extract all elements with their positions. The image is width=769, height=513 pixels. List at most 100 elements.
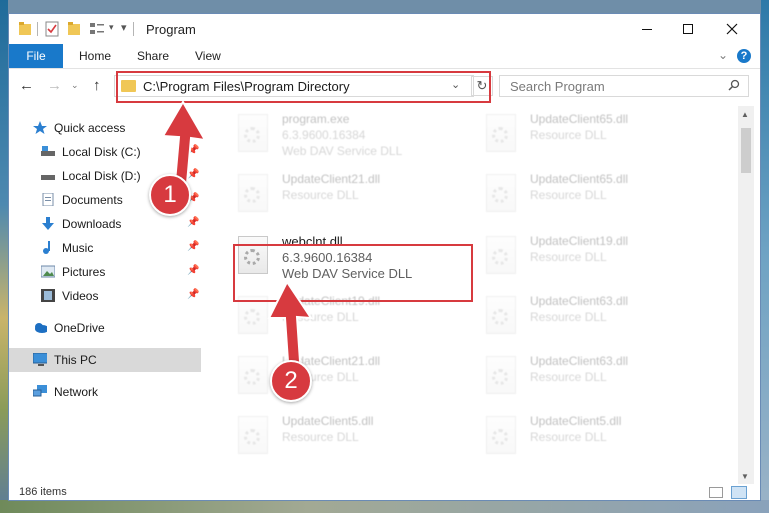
close-button[interactable] [709, 14, 755, 44]
dll-file-icon [486, 174, 516, 212]
file-name: UpdateClient5.dll [530, 414, 622, 428]
tab-home[interactable]: Home [79, 49, 111, 63]
step-badge-2: 2 [270, 360, 312, 402]
dll-file-icon [486, 114, 516, 152]
sidebar-item-music[interactable]: Music 📌 [9, 236, 201, 260]
file-item[interactable]: UpdateClient19.dll Resource DLL [474, 228, 714, 284]
maximize-button[interactable] [665, 14, 711, 44]
file-item[interactable]: UpdateClient63.dll Resource DLL [474, 348, 714, 404]
maximize-icon [683, 24, 693, 34]
sidebar-item-onedrive[interactable]: OneDrive [9, 316, 201, 340]
sidebar-item-label: OneDrive [54, 321, 105, 335]
cloud-icon [35, 323, 47, 333]
documents-icon [42, 193, 54, 206]
sidebar-item-videos[interactable]: Videos 📌 [9, 284, 201, 308]
view-options-icon[interactable] [89, 21, 105, 37]
file-item[interactable]: UpdateClient65.dll Resource DLL [474, 166, 714, 222]
recent-locations-icon[interactable]: ⌄ [71, 80, 79, 91]
vertical-scrollbar[interactable]: ▲ ▼ [738, 106, 754, 484]
search-input[interactable]: Search Program [510, 79, 605, 94]
sidebar-item-pictures[interactable]: Pictures 📌 [9, 260, 201, 284]
desktop-background-bottom [0, 500, 769, 513]
star-icon [33, 121, 47, 134]
file-item[interactable]: UpdateClient63.dll Resource DLL [474, 288, 714, 344]
folder-icon [19, 22, 31, 35]
exe-file-icon [238, 114, 268, 152]
large-icons-view-icon[interactable] [731, 486, 747, 499]
sidebar-item-label: Downloads [62, 217, 122, 231]
scroll-thumb[interactable] [741, 128, 751, 173]
properties-icon[interactable] [45, 21, 59, 37]
expand-ribbon-icon[interactable]: ⌄ [718, 48, 728, 62]
file-item[interactable]: UpdateClient5.dll Resource DLL [474, 408, 714, 464]
minimize-button[interactable] [624, 14, 670, 44]
sidebar-item-label: Music [62, 241, 94, 255]
tab-view[interactable]: View [195, 49, 221, 63]
pin-icon[interactable]: 📌 [187, 265, 199, 276]
file-item[interactable]: program.exe 6.3.9600.16384 Web DAV Servi… [226, 106, 466, 162]
file-item[interactable]: UpdateClient5.dll Resource DLL [226, 408, 466, 464]
network-icon [33, 385, 47, 397]
details-view-icon[interactable] [709, 487, 723, 498]
sidebar-item-network[interactable]: Network [9, 380, 201, 404]
file-name: UpdateClient63.dll [530, 354, 629, 368]
help-button[interactable]: ? [737, 49, 751, 63]
sidebar-item-this-pc[interactable]: This PC [9, 348, 201, 372]
file-description: Resource DLL [530, 370, 607, 384]
title-divider [133, 22, 134, 36]
file-description: Resource DLL [282, 430, 359, 444]
address-bar-highlight [116, 71, 491, 103]
pin-icon[interactable]: 📌 [187, 217, 199, 228]
dll-file-icon [486, 236, 516, 274]
scroll-up-icon[interactable]: ▲ [741, 110, 749, 119]
new-folder-icon[interactable] [67, 21, 81, 37]
file-version: 6.3.9600.16384 [282, 128, 366, 142]
tab-share[interactable]: Share [137, 49, 169, 63]
back-button[interactable]: ← [19, 77, 34, 94]
title-bar: ▾ ▾ Program [9, 14, 760, 44]
item-count: 186 items [19, 486, 67, 498]
file-item[interactable]: UpdateClient21.dll Resource DLL [226, 166, 466, 222]
file-description: Resource DLL [530, 188, 607, 202]
dll-file-icon [238, 356, 268, 394]
download-icon [42, 217, 54, 230]
pin-icon[interactable]: 📌 [187, 241, 199, 252]
file-item[interactable]: UpdateClient65.dll Resource DLL [474, 106, 714, 162]
close-icon [726, 23, 738, 35]
drive-icon [41, 175, 55, 180]
qat-dropdown-icon[interactable]: ▾ [109, 22, 114, 33]
forward-button[interactable]: → [47, 77, 62, 94]
file-description: Resource DLL [282, 188, 359, 202]
file-name: UpdateClient19.dll [530, 234, 629, 248]
sidebar-item-label: Videos [62, 289, 99, 303]
search-icon[interactable] [728, 79, 740, 91]
scroll-down-icon[interactable]: ▼ [741, 472, 749, 481]
file-name: program.exe [282, 112, 350, 126]
step-badge-1: 1 [149, 174, 191, 216]
customize-qat-icon[interactable]: ▾ [121, 21, 127, 34]
sidebar-item-label: Pictures [62, 265, 106, 279]
file-description: Resource DLL [530, 430, 607, 444]
file-description: Resource DLL [530, 250, 607, 264]
dll-file-icon [486, 416, 516, 454]
minimize-icon [642, 29, 652, 30]
desktop-background-left [0, 0, 8, 513]
file-name: UpdateClient21.dll [282, 172, 381, 186]
explorer-window: ▾ ▾ Program File Home Share View ⌄ ? ← →… [8, 13, 761, 501]
file-item[interactable]: UpdateClient21.dll Resource DLL [226, 348, 466, 404]
file-name: UpdateClient65.dll [530, 112, 629, 126]
file-name: UpdateClient65.dll [530, 172, 629, 186]
ribbon-tabs: File Home Share View ⌄ ? [9, 44, 760, 69]
pin-icon[interactable]: 📌 [187, 289, 199, 300]
desktop-background-right [761, 0, 769, 513]
file-description: Resource DLL [530, 310, 607, 324]
sidebar-item-label: Local Disk (D:) [62, 169, 141, 183]
dll-file-icon [238, 174, 268, 212]
tab-file[interactable]: File [9, 44, 63, 68]
dll-file-icon [486, 296, 516, 334]
status-bar: 186 items [9, 484, 760, 500]
up-button[interactable]: ↑ [93, 77, 101, 94]
file-description: Resource DLL [530, 128, 607, 142]
dll-file-icon [238, 416, 268, 454]
search-box[interactable]: Search Program [499, 75, 749, 97]
